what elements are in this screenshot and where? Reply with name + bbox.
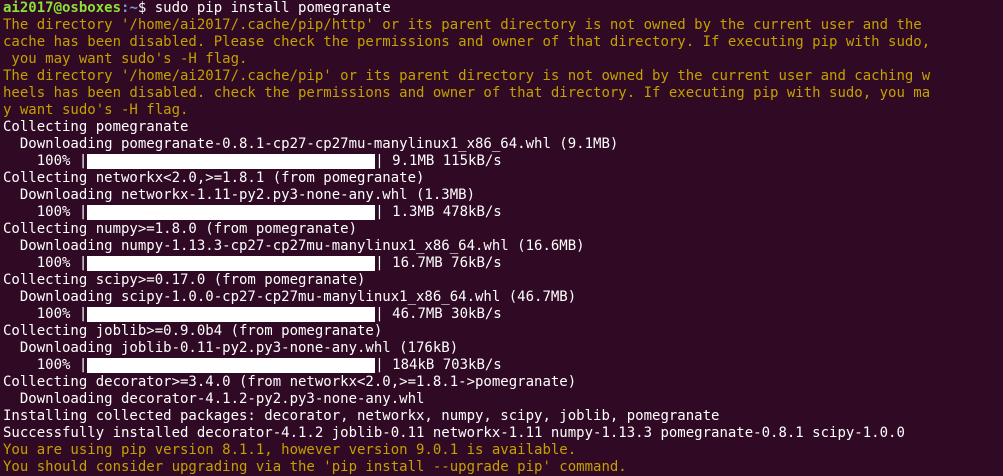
progress-bar — [87, 154, 376, 169]
progress-stats: | 184kB 703kB/s — [375, 357, 502, 373]
collecting-line: Collecting decorator>=3.4.0 (from networ… — [3, 374, 577, 390]
progress-row: 100% | | 184kB 703kB/s — [3, 357, 1000, 374]
progress-row: 100% | | 1.3MB 478kB/s — [3, 204, 1000, 221]
progress-percent: 100% | — [3, 153, 88, 169]
collecting-line: Collecting scipy>=0.17.0 (from pomegrana… — [3, 272, 366, 288]
collecting-line: Collecting networkx<2.0,>=1.8.1 (from po… — [3, 170, 425, 186]
downloading-line: Downloading decorator-4.1.2-py2.py3-none… — [3, 391, 425, 407]
warning-line: The directory '/home/ai2017/.cache/pip' … — [3, 68, 931, 84]
progress-bar-fill — [87, 358, 376, 373]
progress-row: 100% | | 16.7MB 76kB/s — [3, 255, 1000, 272]
progress-bar-fill — [87, 256, 376, 271]
progress-bar — [87, 205, 376, 220]
pip-version-warning: You are using pip version 8.1.1, however… — [3, 442, 577, 458]
progress-stats: | 46.7MB 30kB/s — [375, 306, 502, 322]
collecting-line: Collecting numpy>=1.8.0 (from pomegranat… — [3, 221, 358, 237]
warning-line: you may want sudo's -H flag. — [3, 51, 248, 67]
downloading-line: Downloading networkx-1.11-py2.py3-none-a… — [3, 187, 476, 203]
warning-line: heels has been disabled. check the permi… — [3, 85, 931, 101]
terminal-window[interactable]: ai2017@osboxes:~$ sudo pip install pomeg… — [0, 0, 1003, 475]
progress-row: 100% | | 9.1MB 115kB/s — [3, 153, 1000, 170]
prompt-path: :~ — [121, 0, 138, 16]
progress-bar-fill — [87, 205, 376, 220]
warning-line: y want sudo's -H flag. — [3, 102, 189, 118]
progress-percent: 100% | — [3, 306, 88, 322]
progress-percent: 100% | — [3, 255, 88, 271]
prompt-symbol: $ — [137, 0, 155, 16]
progress-percent: 100% | — [3, 204, 88, 220]
success-line: Successfully installed decorator-4.1.2 j… — [3, 425, 905, 441]
downloading-line: Downloading joblib-0.11-py2.py3-none-any… — [3, 340, 459, 356]
downloading-line: Downloading numpy-1.13.3-cp27-cp27mu-man… — [3, 238, 585, 254]
progress-bar — [87, 256, 376, 271]
progress-stats: | 1.3MB 478kB/s — [375, 204, 502, 220]
warning-line: cache has been disabled. Please check th… — [3, 34, 931, 50]
downloading-line: Downloading scipy-1.0.0-cp27-cp27mu-many… — [3, 289, 577, 305]
pip-upgrade-warning: You should consider upgrading via the 'p… — [3, 459, 627, 475]
progress-stats: | 9.1MB 115kB/s — [375, 153, 502, 169]
prompt-user-host: ai2017@osboxes — [3, 0, 122, 16]
progress-stats: | 16.7MB 76kB/s — [375, 255, 502, 271]
progress-row: 100% | | 46.7MB 30kB/s — [3, 306, 1000, 323]
collecting-line: Collecting pomegranate — [3, 119, 189, 135]
installing-line: Installing collected packages: decorator… — [3, 408, 720, 424]
warning-line: The directory '/home/ai2017/.cache/pip/h… — [3, 17, 922, 33]
progress-bar — [87, 358, 376, 373]
prompt-line: ai2017@osboxes:~$ sudo pip install pomeg… — [3, 0, 1000, 17]
progress-bar — [87, 307, 376, 322]
command-text: sudo pip install pomegranate — [154, 0, 391, 16]
progress-bar-fill — [87, 154, 376, 169]
downloading-line: Downloading pomegranate-0.8.1-cp27-cp27m… — [3, 136, 619, 152]
progress-percent: 100% | — [3, 357, 88, 373]
progress-bar-fill — [87, 307, 376, 322]
collecting-line: Collecting joblib>=0.9.0b4 (from pomegra… — [3, 323, 383, 339]
